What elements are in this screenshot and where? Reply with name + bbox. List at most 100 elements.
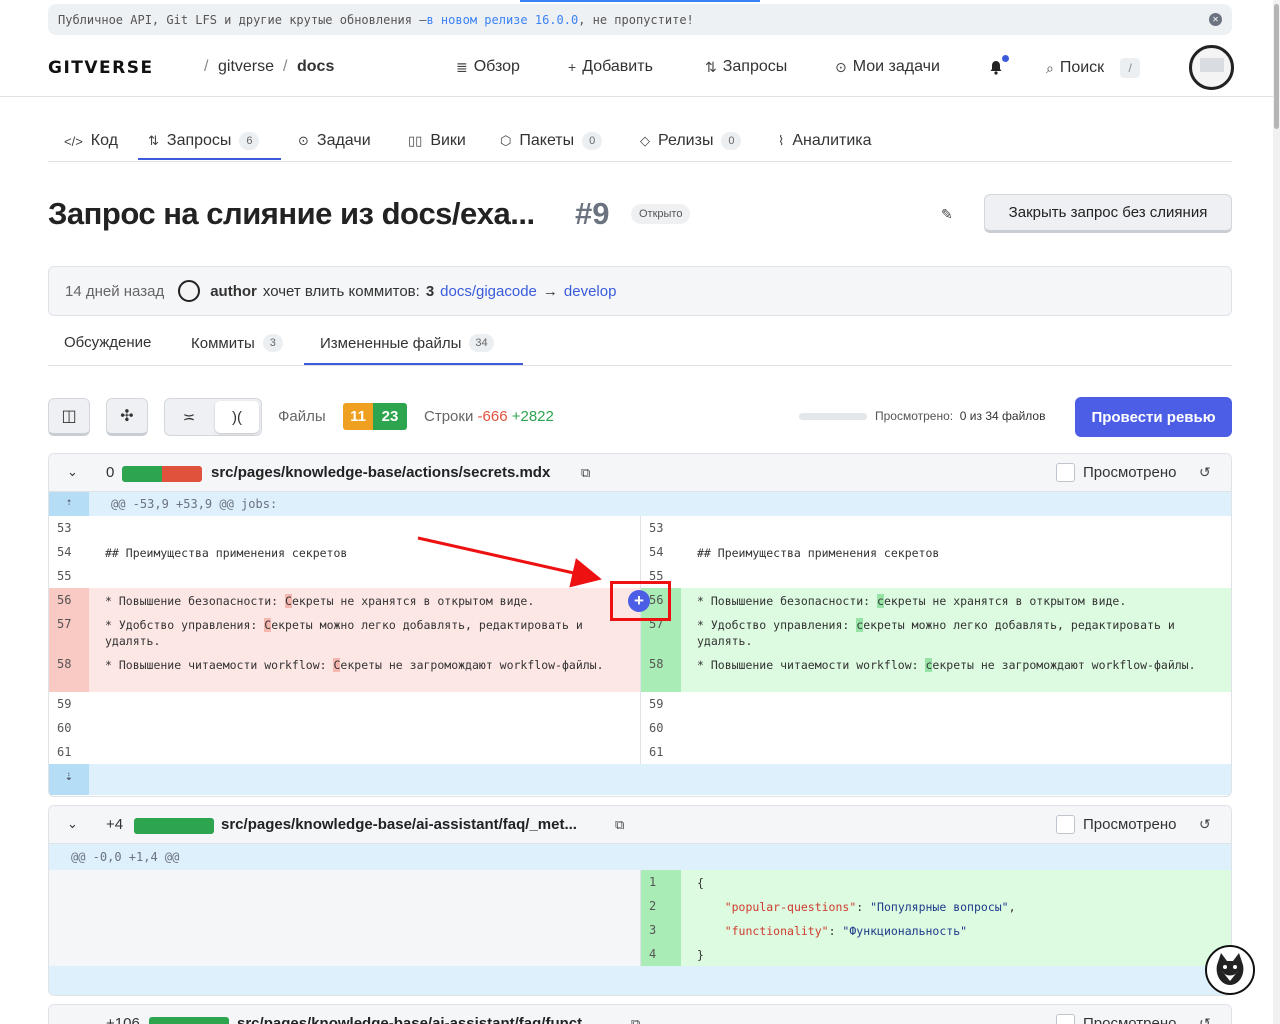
tab-analytics[interactable]: ⌇ Аналитика: [778, 132, 872, 150]
chevron-down-icon[interactable]: ⌄: [67, 816, 78, 832]
diff-row-added: 3 "functionality": "Функциональность": [49, 918, 1231, 942]
added-line: * Удобство управления: секреты можно лег…: [697, 618, 1182, 648]
nav-overview[interactable]: ≣ Обзор: [456, 58, 520, 76]
source-branch[interactable]: docs/gigacode: [440, 283, 537, 300]
author-name[interactable]: author: [210, 283, 257, 300]
user-avatar[interactable]: [1189, 45, 1234, 90]
copy-icon[interactable]: ⧉: [615, 817, 624, 833]
file-name[interactable]: src/pages/knowledge-base/ai-assistant/fa…: [237, 1015, 595, 1024]
pr-number: #9: [575, 196, 610, 231]
lines-added: +2822: [511, 408, 554, 425]
diff-row: 54 ## Преимущества применения секретов 5…: [49, 540, 1231, 564]
viewed-checkbox[interactable]: [1056, 1014, 1075, 1024]
hunk-footer: [49, 966, 1231, 995]
diff-file: ⌄ +4 src/pages/knowledge-base/ai-assista…: [48, 805, 1232, 996]
viewed-label: Просмотрено: [1083, 464, 1177, 481]
start-review-button[interactable]: Провести ревью: [1075, 397, 1232, 437]
overview-icon: ≣: [456, 58, 468, 75]
banner-text: Публичное API, Git LFS и другие крутые о…: [58, 12, 427, 27]
chevron-down-icon[interactable]: ⌄: [67, 1015, 78, 1024]
commits-count: 3: [262, 334, 283, 352]
pull-request-icon: ⇅: [148, 133, 159, 148]
history-icon[interactable]: ↺: [1199, 816, 1211, 833]
nav-search[interactable]: ⌕ Поиск /: [1046, 58, 1141, 78]
pr-time: 14 дней назад: [65, 282, 165, 300]
tab-requests[interactable]: ⇅ Запросы 6: [148, 132, 260, 150]
collapse-all-button[interactable]: ✣: [106, 398, 148, 436]
expand-down-icon[interactable]: ⇣: [49, 764, 89, 795]
close-icon[interactable]: ✕: [1209, 13, 1222, 26]
view-mode-toggle: ≍ )(: [164, 398, 262, 436]
page-title: Запрос на слияние из docs/exa...: [48, 196, 535, 231]
plus-icon: +: [568, 59, 577, 75]
viewed-status: Просмотрено: 0 из 34 файлов: [875, 409, 1046, 423]
sidebar-icon: ◫: [61, 408, 77, 425]
toggle-sidebar-button[interactable]: ◫: [48, 398, 90, 436]
file-name[interactable]: src/pages/knowledge-base/actions/secrets…: [211, 464, 550, 481]
breadcrumb-repo[interactable]: docs: [297, 58, 334, 76]
history-icon[interactable]: ↺: [1199, 464, 1211, 481]
notification-dot: [1002, 55, 1009, 62]
tab-wiki[interactable]: ▯▯ Вики: [408, 132, 466, 150]
files-changed-count: 11: [343, 403, 373, 430]
history-icon[interactable]: ↺: [1199, 1015, 1211, 1024]
gitverse-logo[interactable]: GITVERSE: [48, 58, 154, 78]
copy-icon[interactable]: ⧉: [631, 1016, 640, 1024]
requests-count: 6: [239, 132, 260, 150]
edit-icon[interactable]: ✎: [941, 206, 953, 223]
bell-icon[interactable]: [989, 55, 1009, 75]
diff-row-added: 1 {: [49, 870, 1231, 894]
viewed-checkbox[interactable]: [1056, 815, 1075, 834]
hunk-header: ⇡ @@ -53,9 +53,9 @@ jobs:: [49, 492, 1231, 516]
pr-wants-text: хочет влить коммитов:: [262, 282, 420, 300]
viewed-label: Просмотрено: [1083, 1015, 1177, 1024]
scrollbar[interactable]: [1273, 0, 1280, 1024]
release-link[interactable]: в новом релизе 16.0.0: [426, 13, 578, 27]
tab-packages[interactable]: ⬡ Пакеты 0: [500, 132, 603, 150]
chart-icon: ⌇: [778, 133, 785, 148]
nav-my-tasks[interactable]: ⊙ Мои задачи: [835, 58, 940, 76]
split-icon: )(: [232, 408, 242, 426]
diff-stat-bar: [134, 818, 214, 834]
unified-view-button[interactable]: ≍: [167, 401, 211, 433]
file-header: ⌄ +4 src/pages/knowledge-base/ai-assista…: [49, 806, 1231, 844]
nav-add[interactable]: + Добавить: [568, 58, 653, 76]
active-tab-indicator: [138, 158, 281, 160]
tab-code[interactable]: </> Код: [64, 132, 118, 150]
close-without-merge-button[interactable]: Закрыть запрос без слияния: [984, 194, 1232, 233]
highlight-box: [610, 581, 671, 621]
diff-row-changed: 58 * Повышение читаемости workflow: Секр…: [49, 652, 1231, 692]
packages-count: 0: [582, 132, 603, 150]
viewed-checkbox[interactable]: [1056, 463, 1075, 482]
repo-tabs: </> Код ⇅ Запросы 6 ⊙ Задачи ▯▯ Вики ⬡ Пакеты 0…: [48, 122, 1232, 162]
loading-bar: [520, 0, 760, 2]
copy-icon[interactable]: ⧉: [581, 465, 590, 481]
breadcrumb-org[interactable]: gitverse: [218, 58, 274, 76]
split-view-button[interactable]: )(: [215, 401, 259, 433]
expand-up-icon[interactable]: ⇡: [49, 492, 89, 516]
tab-commits[interactable]: Коммиты 3: [191, 334, 283, 352]
tab-issues[interactable]: ⊙ Задачи: [298, 132, 371, 150]
tab-changed-files[interactable]: Измененные файлы 34: [320, 334, 494, 352]
author-avatar[interactable]: [178, 280, 201, 302]
diff-file: ⌄ 0 src/pages/knowledge-base/actions/sec…: [48, 453, 1232, 797]
arrow-right-icon: →: [542, 282, 558, 300]
file-change-count: 0: [106, 464, 115, 481]
viewed-progress-bar: [799, 413, 867, 420]
nav-requests[interactable]: ⇅ Запросы: [705, 58, 787, 76]
tab-discussion[interactable]: Обсуждение: [64, 334, 151, 351]
assistant-mascot-icon[interactable]: [1205, 945, 1255, 995]
files-count: 34: [469, 334, 494, 352]
commit-count: 3: [425, 282, 435, 300]
scrollbar-thumb[interactable]: [1274, 4, 1279, 129]
lines-removed: -666: [477, 408, 508, 425]
lines-stats: Строки -666 +2822: [424, 408, 554, 425]
target-branch[interactable]: develop: [564, 283, 617, 300]
search-shortcut: /: [1120, 58, 1141, 78]
chevron-down-icon[interactable]: ⌄: [67, 464, 78, 480]
files-label: Файлы: [278, 408, 326, 425]
file-name[interactable]: src/pages/knowledge-base/ai-assistant/fa…: [221, 816, 577, 833]
tab-releases[interactable]: ◇ Релизы 0: [640, 132, 742, 150]
added-line: * Повышение читаемости workflow: секреты…: [697, 658, 1196, 672]
status-badge: Открыто: [631, 204, 691, 224]
